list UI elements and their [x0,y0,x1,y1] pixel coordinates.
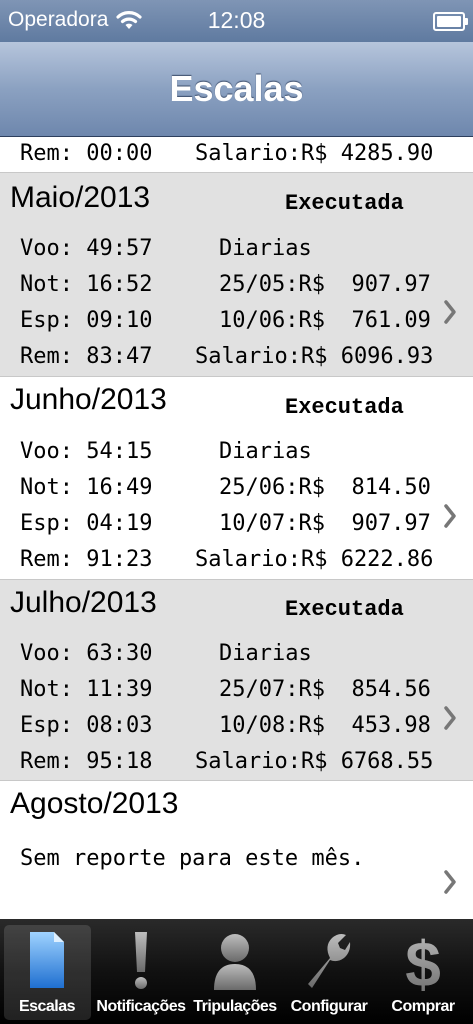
status-label: Executada [285,395,404,420]
diaria-value: 25/06:R$ 814.50 [219,475,431,500]
diaria-value: 10/06:R$ 761.09 [219,308,431,333]
voo-hours: Voo: 63:30 [20,641,153,666]
list-item-month[interactable]: Junho/2013 Executada Voo: 54:15 Diarias … [0,377,473,579]
empty-report-message: Sem reporte para este mês. [20,846,365,871]
rem-hours: Rem: 91:23 [20,547,153,572]
tab-bar: Escalas Notificações Tripulações Configu… [0,919,473,1024]
rem-hours: Rem: 00:00 [20,141,153,166]
battery-icon [433,12,468,31]
tab-notificacoes[interactable]: Notificações [94,919,188,1024]
month-title: Agosto/2013 [10,787,179,820]
schedule-list[interactable]: Rem: 00:00 Salario:R$ 4285.90 Maio/2013 … [0,137,473,919]
tab-tripulacoes[interactable]: Tripulações [188,919,282,1024]
chevron-right-icon [444,300,456,324]
person-icon [214,934,256,990]
exclamation-icon [135,932,147,989]
page-title: Escalas [169,68,304,109]
not-hours: Not: 11:39 [20,677,153,702]
dollar-icon: $ [405,928,441,992]
rem-hours: Rem: 83:47 [20,344,153,369]
list-item-month[interactable]: Julho/2013 Executada Voo: 63:30 Diarias … [0,580,473,780]
diaria-value: 25/05:R$ 907.97 [219,272,431,297]
voo-hours: Voo: 49:57 [20,236,153,261]
esp-hours: Esp: 08:03 [20,713,153,738]
month-title: Maio/2013 [10,181,151,214]
diarias-label: Diarias [219,439,312,464]
tab-label: Comprar [391,998,455,1015]
tab-label: Configurar [290,998,368,1015]
status-bar: Operadora 12:08 [0,0,473,42]
tab-label: Tripulações [193,998,277,1015]
chevron-right-icon [444,870,456,894]
svg-text:$: $ [405,928,441,992]
salary: Salario:R$ 6096.93 [195,344,434,369]
esp-hours: Esp: 09:10 [20,308,153,333]
tab-comprar[interactable]: $ Comprar [376,919,470,1024]
not-hours: Not: 16:52 [20,272,153,297]
diaria-value: 25/07:R$ 854.56 [219,677,431,702]
wrench-icon [308,934,351,988]
diarias-label: Diarias [219,236,312,261]
rem-hours: Rem: 95:18 [20,749,153,774]
month-title: Junho/2013 [10,383,167,416]
esp-hours: Esp: 04:19 [20,511,153,536]
clock: 12:08 [207,7,266,33]
status-label: Executada [285,191,404,216]
salary: Salario:R$ 4285.90 [195,141,434,166]
document-icon [30,932,64,988]
tab-configurar[interactable]: Configurar [282,919,376,1024]
salary: Salario:R$ 6768.55 [195,749,434,774]
chevron-right-icon [444,706,456,730]
tab-escalas[interactable]: Escalas [0,919,94,1024]
not-hours: Not: 16:49 [20,475,153,500]
list-item-partial: Rem: 00:00 Salario:R$ 4285.90 [0,137,473,172]
tab-label: Escalas [18,998,76,1015]
chevron-right-icon [444,504,456,528]
diarias-label: Diarias [219,641,312,666]
salary: Salario:R$ 6222.86 [195,547,434,572]
list-item-month[interactable]: Agosto/2013 Sem reporte para este mês. [0,781,473,919]
status-label: Executada [285,597,404,622]
voo-hours: Voo: 54:15 [20,439,153,464]
list-item-month[interactable]: Maio/2013 Executada Voo: 49:57 Diarias N… [0,173,473,376]
diaria-value: 10/07:R$ 907.97 [219,511,431,536]
month-title: Julho/2013 [10,586,157,619]
diaria-value: 10/08:R$ 453.98 [219,713,431,738]
tab-label: Notificações [96,998,186,1015]
navigation-bar: Escalas [0,42,473,137]
